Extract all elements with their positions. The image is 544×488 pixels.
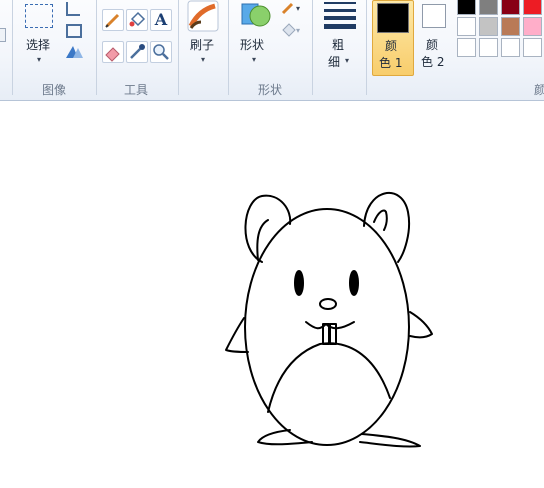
text-tool[interactable]: A: [150, 9, 172, 31]
resize-icon[interactable]: [66, 24, 82, 38]
rotate-icon[interactable]: [64, 44, 86, 60]
color-picker-tool[interactable]: [126, 41, 148, 63]
bucket-icon: [129, 11, 146, 27]
eyedropper-icon: [130, 44, 145, 59]
right-foot: [359, 433, 421, 448]
size-label-line2: 细: [328, 55, 341, 69]
color1-label-line2: 色 1: [379, 56, 403, 70]
line-size-icon: [324, 2, 356, 29]
left-ear: [244, 194, 292, 263]
color2-swatch: [422, 4, 446, 28]
select-button[interactable]: 选择 ▾: [22, 0, 58, 70]
left-eye: [294, 270, 304, 296]
pencil-tool[interactable]: [102, 9, 124, 31]
color-palette: [455, 0, 544, 64]
outline-button[interactable]: ▾: [280, 0, 304, 16]
palette-swatch[interactable]: [523, 0, 542, 15]
hamster-drawing: [225, 192, 433, 448]
svg-text:▾: ▾: [296, 4, 300, 13]
shapes-button[interactable]: 形状 ▾: [236, 0, 276, 70]
separator: [12, 0, 13, 95]
svg-text:▾: ▾: [296, 26, 300, 35]
color2-button[interactable]: 颜 色 2: [416, 0, 452, 74]
right-arm: [409, 311, 433, 339]
eraser-tool[interactable]: [102, 41, 124, 63]
select-label: 选择: [26, 38, 51, 52]
separator: [178, 0, 179, 95]
crop-icon[interactable]: [66, 2, 80, 16]
pencil-icon: [105, 13, 120, 28]
color2-label-line1: 颜: [426, 38, 439, 52]
color1-label-line1: 颜: [385, 39, 398, 53]
separator: [312, 0, 313, 95]
fill-shape-button[interactable]: ▾: [280, 22, 304, 38]
group-tools-label: 工具: [124, 83, 149, 97]
belly: [267, 342, 391, 413]
palette-swatch[interactable]: [501, 17, 520, 36]
fill-tool[interactable]: [126, 9, 148, 31]
separator: [96, 0, 97, 95]
size-dropdown-icon: ▾: [345, 56, 350, 65]
group-image-label: 图像: [42, 83, 67, 97]
select-dropdown-icon: ▾: [37, 55, 42, 64]
brushes-dropdown-icon: ▾: [201, 55, 206, 64]
palette-swatch[interactable]: [501, 38, 520, 57]
size-button[interactable]: 粗 细 ▾: [318, 0, 362, 74]
magnifier-icon: [153, 44, 169, 60]
palette-swatch[interactable]: [479, 38, 498, 57]
palette-swatch[interactable]: [479, 0, 498, 15]
brushes-button[interactable]: 刷子 ▾: [184, 0, 222, 70]
left-tooth: [322, 323, 330, 345]
palette-swatch[interactable]: [523, 17, 542, 36]
separator: [366, 0, 367, 95]
color2-label-line2: 色 2: [421, 55, 445, 69]
shapes-icon: [241, 3, 271, 27]
fill-bucket-icon: ▾: [282, 23, 300, 37]
palette-swatch[interactable]: [523, 38, 542, 57]
palette-swatch[interactable]: [457, 38, 476, 57]
palette-swatch[interactable]: [479, 17, 498, 36]
select-rectangle-icon: [25, 4, 53, 28]
left-foot: [257, 429, 313, 446]
clipboard-partial-icon[interactable]: [0, 28, 6, 42]
nose: [319, 298, 337, 310]
palette-swatch[interactable]: [457, 17, 476, 36]
color1-button[interactable]: 颜 色 1: [372, 0, 414, 76]
ribbon: 选择 ▾ 图像 A 工具 刷子 ▾ 形状 ▾ ▾ ▾ 形状 粗 细 ▾ 颜 色 …: [0, 0, 544, 101]
palette-swatch[interactable]: [457, 0, 476, 15]
color1-swatch: [377, 3, 409, 33]
rotate-glyph: [66, 46, 83, 58]
right-eye: [349, 270, 359, 296]
magnifier-tool[interactable]: [150, 41, 172, 63]
separator: [228, 0, 229, 95]
shapes-label: 形状: [240, 38, 265, 52]
outline-pencil-icon: ▾: [281, 2, 300, 15]
size-label-line1: 粗: [332, 38, 345, 52]
palette-swatch[interactable]: [501, 0, 520, 15]
right-inner-ear: [373, 209, 388, 231]
group-shapes-label: 形状: [258, 83, 283, 97]
drawing-canvas[interactable]: [0, 101, 544, 484]
shapes-dropdown-icon: ▾: [252, 55, 257, 64]
brushes-label: 刷子: [190, 38, 215, 52]
text-tool-icon: A: [154, 10, 168, 29]
group-colors-label: 颜: [534, 81, 544, 98]
brush-icon: [187, 0, 219, 32]
eraser-icon: [105, 47, 120, 62]
